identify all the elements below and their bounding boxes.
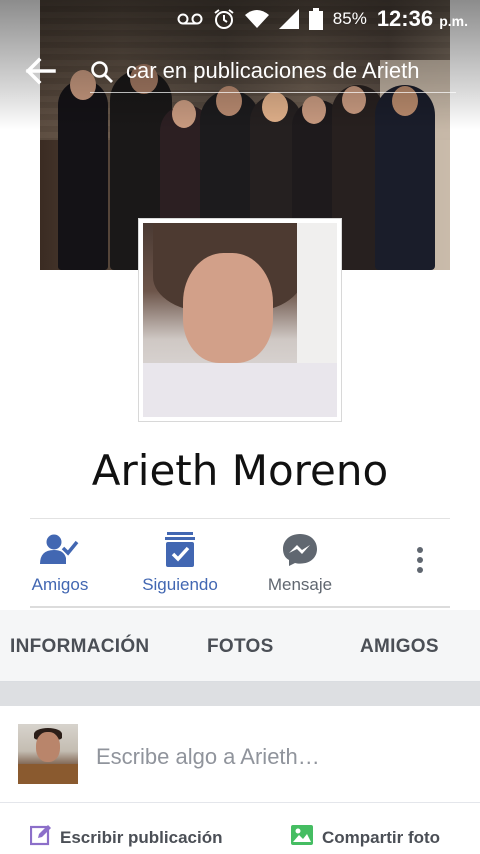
avatar [18,724,78,784]
voicemail-icon [177,12,203,26]
message-button-label: Mensaje [267,575,333,594]
more-options-button[interactable] [400,528,440,602]
following-button[interactable]: Siguiendo [120,528,240,602]
share-photo-label: Compartir foto [322,827,441,847]
write-post-label: Escribir publicación [60,827,223,847]
section-separator [0,682,480,706]
wifi-icon [244,10,269,28]
divider [30,606,450,608]
divider [30,518,450,519]
search-header: car en publicaciones de Arieth [0,52,480,93]
post-composer: Escribe algo a Arieth… Escribir publicac… [0,706,480,854]
search-underline [90,92,456,93]
clock-time: 12:36 [376,6,434,31]
share-photo-button[interactable]: Compartir foto [290,824,440,851]
messenger-icon [280,532,320,568]
tab-informacion[interactable]: INFORMACIÓN [10,636,149,658]
search-input[interactable]: car en publicaciones de Arieth [126,58,420,84]
back-arrow-icon[interactable] [24,56,58,86]
photo-icon [290,824,314,851]
edit-pencil-icon [29,824,52,851]
profile-name: Arieth Moreno [91,446,389,495]
status-bar: 85% 12:36 p.m. [0,0,480,38]
profile-tabs: INFORMACIÓN FOTOS AMIGOS [0,610,480,682]
tab-fotos[interactable]: FOTOS [207,636,274,658]
message-button[interactable]: Mensaje [240,528,360,602]
composer-input[interactable]: Escribe algo a Arieth… [96,744,320,770]
clock-ampm: p.m. [439,13,468,29]
alarm-icon [213,8,235,30]
friends-button[interactable]: Amigos [0,528,120,602]
more-vertical-icon [400,546,440,582]
search-icon [90,60,114,84]
tab-amigos[interactable]: AMIGOS [360,636,439,658]
write-post-button[interactable]: Escribir publicación [29,824,223,851]
clock: 12:36 p.m. [377,6,468,32]
signal-icon [278,9,299,29]
following-check-icon [160,532,200,568]
battery-icon [308,8,323,30]
battery-percentage: 85% [332,9,367,28]
profile-picture[interactable] [138,218,342,422]
profile-actions: Amigos Siguiendo Mensaje [0,528,480,606]
friends-check-icon [40,532,80,568]
divider [0,802,480,803]
profile-photo [143,223,337,417]
following-button-label: Siguiendo [142,575,218,594]
friends-button-label: Amigos [31,575,89,594]
